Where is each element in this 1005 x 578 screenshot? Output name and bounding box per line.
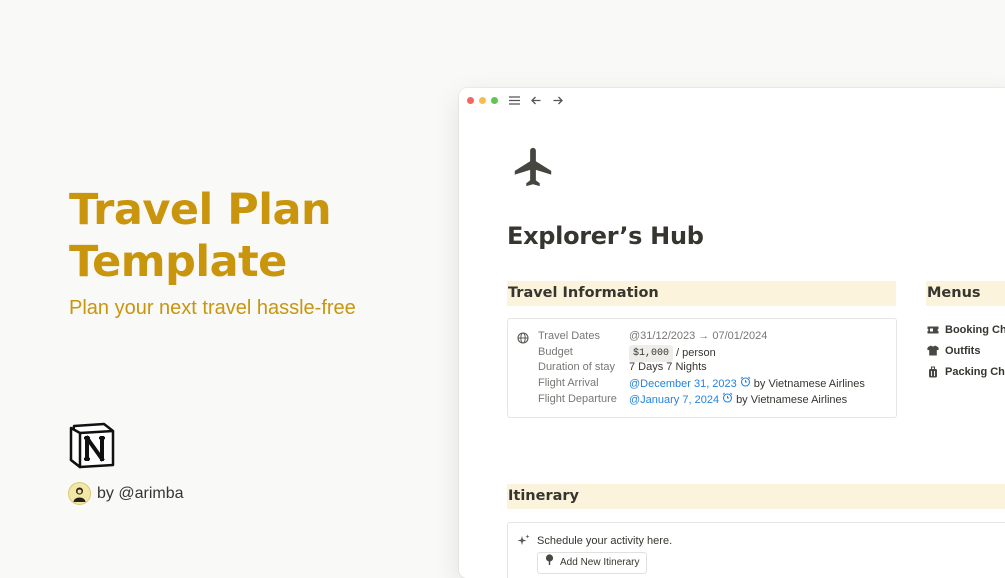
notion-logo-icon [68, 421, 116, 469]
menu-item-label: Packing Che [945, 365, 1005, 378]
maximize-window-button[interactable] [491, 96, 498, 104]
hero-title-line1: Travel Plan [69, 185, 332, 235]
hero-title: Travel Plan Template [69, 184, 332, 288]
property-label: Duration of stay [538, 361, 616, 373]
property-value[interactable]: @31/12/2023 → 07/01/2024 [629, 329, 767, 344]
alarm-clock-icon [740, 376, 751, 392]
travel-info-heading: Travel Information [507, 281, 896, 306]
globe-icon [517, 331, 529, 344]
menu-item-outfits[interactable]: Outfits [927, 340, 1005, 361]
menu-item-packing[interactable]: Packing Che [927, 361, 1005, 382]
add-itinerary-button[interactable]: Add New Itinerary [537, 552, 648, 574]
itinerary-card: Schedule your activity here. Add New Iti… [507, 522, 1005, 578]
notion-window: Explorer’s Hub Travel Information Travel… [459, 88, 1005, 578]
window-titlebar [459, 88, 1005, 112]
hero-subtitle: Plan your next travel hassle-free [69, 297, 356, 319]
tshirt-icon [927, 345, 939, 357]
itinerary-note: Schedule your activity here. [537, 535, 673, 547]
departure-date-link[interactable]: @January 7, 2024 [629, 393, 719, 408]
arrival-airline: by Vietnamese Airlines [753, 377, 865, 390]
budget-suffix: / person [676, 347, 716, 359]
author-credit: by @arimba [68, 482, 184, 505]
alarm-clock-icon [722, 392, 733, 408]
sparkle-icon [517, 534, 530, 547]
add-itinerary-label: Add New Itinerary [560, 557, 640, 568]
author-name: by @arimba [97, 484, 184, 502]
hero-title-line2: Template [69, 237, 287, 287]
menus-heading: Menus [926, 281, 1005, 306]
menu-item-label: Outfits [945, 344, 981, 357]
ticket-icon [927, 324, 939, 336]
property-value[interactable]: @December 31, 2023 by Vietnamese Airline… [629, 376, 865, 392]
menu-item-booking[interactable]: Booking Che [927, 319, 1005, 340]
close-window-button[interactable] [467, 96, 474, 104]
tree-icon [544, 553, 555, 573]
author-avatar [68, 482, 91, 505]
property-value[interactable]: @January 7, 2024 by Vietnamese Airlines [629, 392, 847, 408]
menus-list: Booking Che Outfits Packing Che [927, 319, 1005, 382]
arrival-date-link[interactable]: @December 31, 2023 [629, 377, 737, 392]
itinerary-heading: Itinerary [507, 484, 1005, 509]
property-label: Travel Dates [538, 330, 600, 342]
back-arrow-icon[interactable] [529, 93, 543, 107]
property-label: Budget [538, 346, 573, 358]
page-title: Explorer’s Hub [507, 222, 704, 250]
travel-info-card: Travel Dates @31/12/2023 → 07/01/2024 Bu… [507, 318, 897, 418]
property-label: Flight Arrival [538, 377, 599, 389]
forward-arrow-icon[interactable] [551, 93, 565, 107]
property-value[interactable]: 7 Days 7 Nights [629, 360, 707, 375]
menu-item-label: Booking Che [945, 323, 1005, 336]
minimize-window-button[interactable] [479, 96, 486, 104]
departure-airline: by Vietnamese Airlines [736, 393, 848, 406]
property-label: Flight Departure [538, 393, 617, 405]
luggage-icon [927, 365, 939, 378]
airplane-icon[interactable] [510, 144, 556, 190]
menu-icon[interactable] [507, 93, 521, 107]
